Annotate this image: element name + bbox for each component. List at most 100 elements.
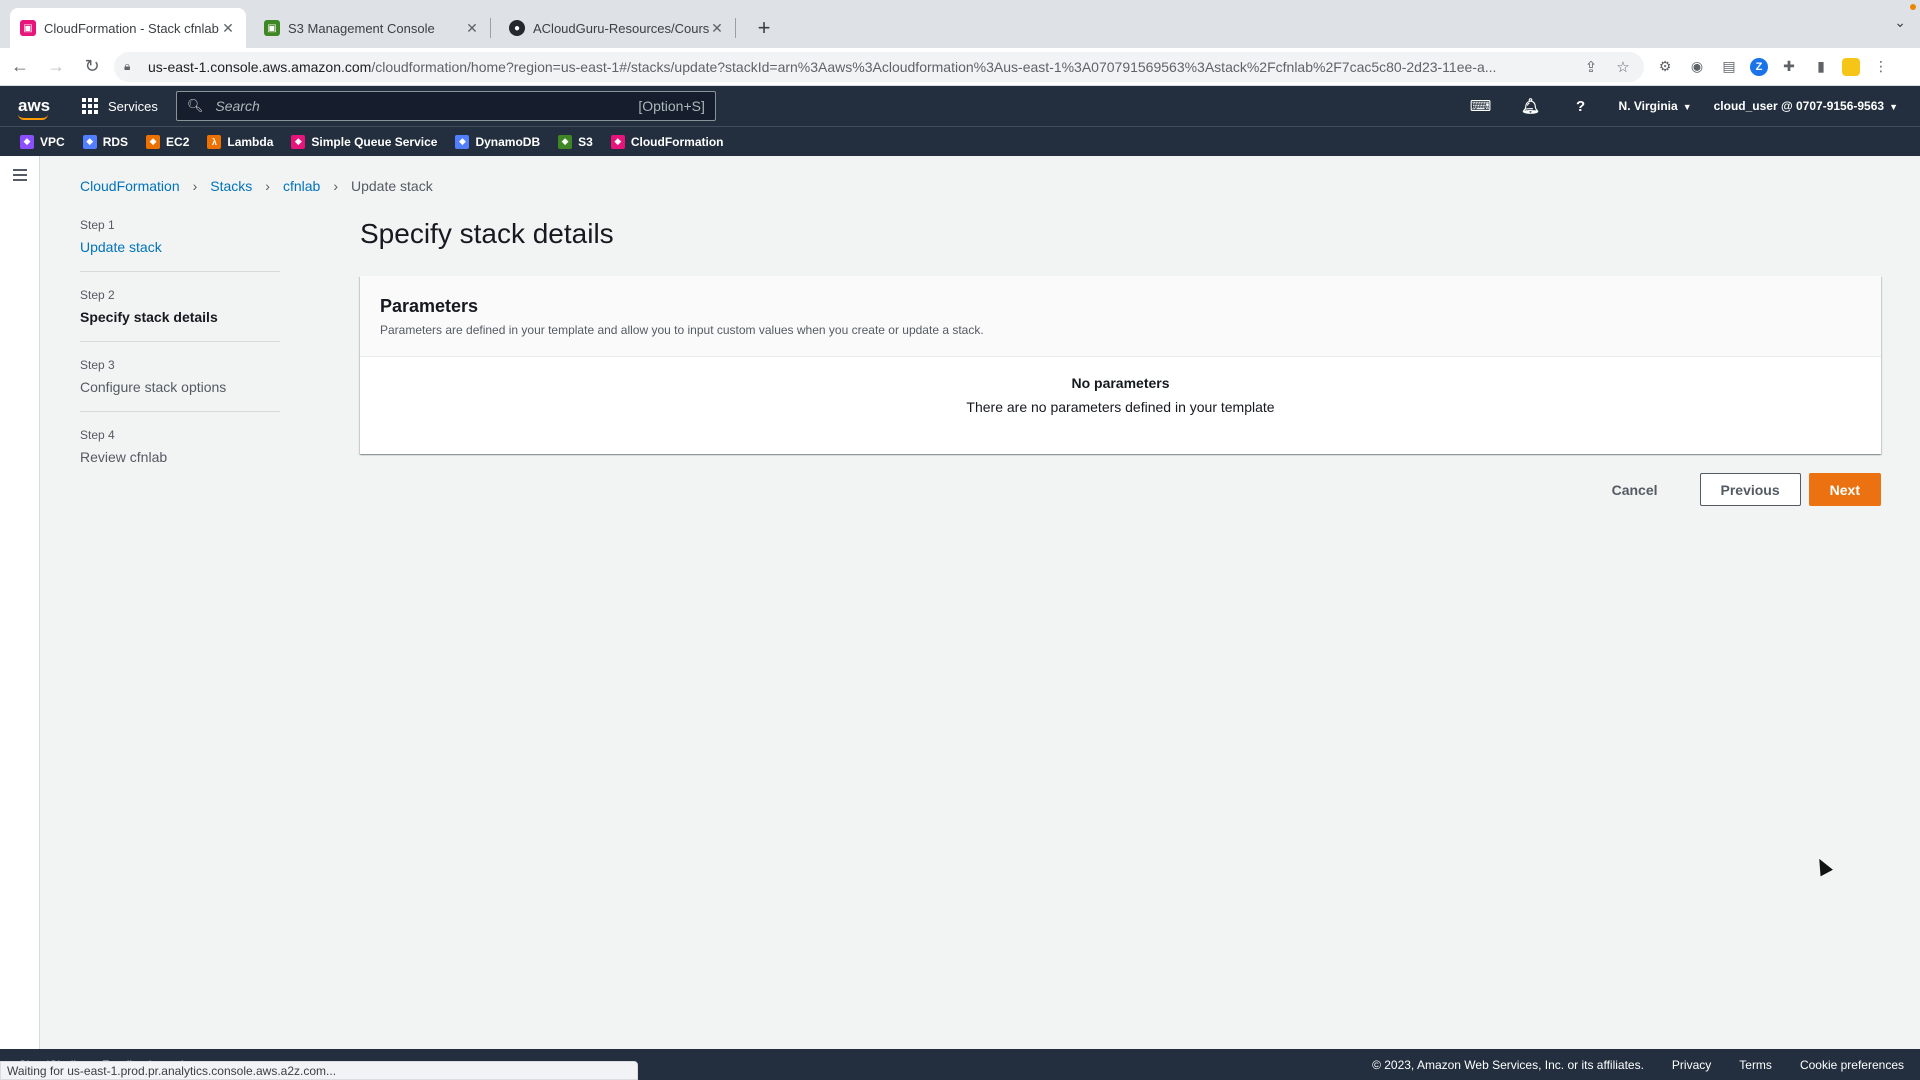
github-favicon-icon: ● (509, 20, 525, 36)
parameters-panel: Parameters Parameters are defined in you… (360, 276, 1881, 454)
step-link-update-stack[interactable]: Update stack (80, 239, 280, 255)
favorite-label: EC2 (166, 134, 190, 149)
aws-logo[interactable]: aws (18, 96, 52, 120)
breadcrumb: CloudFormation › Stacks › cfnlab › Updat… (80, 178, 433, 194)
address-bar[interactable]: 🔒︎ us-east-1.console.aws.amazon.com/clou… (114, 51, 1644, 82)
wizard-step-3: Step 3 Configure stack options (80, 358, 280, 412)
extension-z-icon[interactable]: Z (1750, 57, 1768, 76)
region-selector[interactable]: N. Virginia ▼ (1619, 99, 1692, 113)
account-menu[interactable]: cloud_user @ 0707-9156-9563 ▼ (1714, 99, 1898, 113)
favorite-label: CloudFormation (630, 134, 724, 149)
dynamodb-service-icon: ◆ (455, 134, 470, 149)
footer-cookie-preferences-link[interactable]: Cookie preferences (1800, 1058, 1904, 1072)
notifications-bell-icon[interactable]: 🔔︎ (1519, 97, 1543, 115)
cancel-button[interactable]: Cancel (1592, 473, 1678, 506)
rds-service-icon: ◆ (82, 134, 97, 149)
aws-top-nav: aws Services 🔍︎ [Option+S] ⌨ 🔔︎ ? N. Vir… (0, 86, 1920, 126)
footer-right: © 2023, Amazon Web Services, Inc. or its… (1372, 1058, 1920, 1072)
footer-terms-link[interactable]: Terms (1739, 1058, 1772, 1072)
cloudshell-icon[interactable]: ⌨ (1469, 97, 1493, 115)
favorite-dynamodb[interactable]: ◆ DynamoDB (455, 134, 541, 149)
region-label: N. Virginia (1618, 99, 1678, 113)
cloudformation-service-icon: ◆ (610, 134, 625, 149)
previous-button[interactable]: Previous (1699, 473, 1801, 506)
browser-tab-s3[interactable]: ▣ S3 Management Console ✕ (254, 8, 490, 48)
services-menu-button[interactable]: Services (82, 98, 158, 114)
step-number: Step 2 (80, 288, 115, 302)
favorite-label: RDS (102, 134, 129, 149)
caret-down-icon: ▼ (1889, 102, 1898, 112)
mouse-pointer-icon (1813, 855, 1833, 877)
search-shortcut-hint: [Option+S] (638, 98, 705, 114)
url-path: /cloudformation/home?region=us-east-1#/s… (371, 58, 1497, 75)
extension-gear-icon[interactable]: ⚙ (1654, 56, 1676, 78)
favorite-lambda[interactable]: λ Lambda (207, 134, 273, 149)
favorite-s3[interactable]: ◆ S3 (558, 134, 593, 149)
breadcrumb-update-stack: Update stack (351, 178, 433, 194)
side-panel-icon[interactable]: ▮ (1810, 56, 1832, 78)
tab-title: ACloudGuru-Resources/Cours (533, 20, 709, 36)
tab-search-chevron-icon[interactable]: ⌄ (1894, 14, 1906, 31)
tab-close-icon[interactable]: ✕ (220, 20, 236, 37)
extensions-puzzle-icon[interactable]: ✚ (1778, 56, 1800, 78)
bookmark-star-icon[interactable]: ☆ (1612, 58, 1634, 76)
extension-note-icon[interactable]: ▤ (1718, 56, 1740, 78)
footer-privacy-link[interactable]: Privacy (1672, 1058, 1711, 1072)
favorite-rds[interactable]: ◆ RDS (82, 134, 129, 149)
step-number: Step 4 (80, 428, 115, 442)
new-tab-plus-icon[interactable]: + (750, 14, 778, 42)
side-navigation-rail (0, 156, 40, 1049)
s3-favicon-icon: ▣ (264, 20, 280, 36)
favorite-cloudformation[interactable]: ◆ CloudFormation (610, 134, 724, 149)
parameters-empty-state: No parameters There are no parameters de… (360, 357, 1881, 415)
forward-arrow-icon[interactable]: → (40, 51, 72, 83)
help-icon[interactable]: ? (1569, 98, 1593, 115)
chevron-right-icon: › (333, 178, 338, 194)
share-icon[interactable]: ⇪ (1580, 58, 1602, 76)
step-title: Review cfnlab (80, 449, 168, 465)
breadcrumb-stacks[interactable]: Stacks (210, 178, 252, 194)
tab-close-icon[interactable]: ✕ (709, 20, 725, 37)
breadcrumb-cfnlab[interactable]: cfnlab (283, 178, 320, 194)
favorite-vpc[interactable]: ◆ VPC (20, 134, 65, 149)
back-arrow-icon[interactable]: ← (4, 51, 36, 83)
tab-title: CloudFormation - Stack cfnlab (44, 20, 219, 36)
hamburger-menu-icon[interactable] (13, 169, 27, 184)
wizard-steps: Step 1 Update stack Step 2 Specify stack… (80, 218, 280, 497)
recording-indicator-icon (1910, 4, 1916, 10)
chevron-right-icon: › (192, 178, 198, 194)
footer-copyright: © 2023, Amazon Web Services, Inc. or its… (1372, 1057, 1644, 1072)
search-icon: 🔍︎ (186, 98, 204, 113)
page-title: Specify stack details (360, 218, 614, 249)
favorite-sqs[interactable]: ◆ Simple Queue Service (291, 134, 438, 149)
profile-avatar[interactable] (1842, 57, 1860, 76)
favorite-label: Simple Queue Service (311, 134, 438, 149)
favorite-label: VPC (40, 134, 65, 149)
tab-close-icon[interactable]: ✕ (464, 20, 480, 37)
url-text[interactable]: us-east-1.console.aws.amazon.com/cloudfo… (148, 59, 1570, 75)
browser-tabstrip: ▣ CloudFormation - Stack cfnlab ✕ ▣ S3 M… (0, 0, 1920, 48)
tab-divider (735, 18, 736, 38)
lock-icon[interactable]: 🔒︎ (124, 59, 140, 74)
breadcrumb-cloudformation[interactable]: CloudFormation (80, 178, 180, 194)
wizard-step-2: Step 2 Specify stack details (80, 288, 280, 342)
wizard-step-4: Step 4 Review cfnlab (80, 428, 280, 481)
services-label: Services (108, 98, 158, 114)
browser-menu-icon[interactable]: ⋮ (1870, 56, 1892, 78)
favorite-ec2[interactable]: ◆ EC2 (146, 134, 190, 149)
next-button[interactable]: Next (1808, 473, 1881, 506)
browser-tab-github[interactable]: ● ACloudGuru-Resources/Cours ✕ (499, 8, 735, 48)
search-input[interactable] (213, 97, 639, 115)
aws-search-box[interactable]: 🔍︎ [Option+S] (175, 91, 716, 121)
reload-icon[interactable]: ↻ (76, 51, 108, 83)
extension-shield-icon[interactable]: ◉ (1686, 56, 1708, 78)
account-label: cloud_user @ 0707-9156-9563 (1713, 99, 1885, 113)
favorite-label: DynamoDB (475, 134, 541, 149)
url-host: us-east-1.console.aws.amazon.com (148, 58, 372, 75)
caret-down-icon: ▼ (1682, 102, 1692, 112)
sqs-service-icon: ◆ (291, 134, 306, 149)
services-grid-icon (82, 98, 98, 114)
empty-state-title: No parameters (1071, 375, 1170, 391)
aws-smile-icon (18, 114, 48, 120)
browser-tab-cloudformation[interactable]: ▣ CloudFormation - Stack cfnlab ✕ (10, 8, 246, 48)
